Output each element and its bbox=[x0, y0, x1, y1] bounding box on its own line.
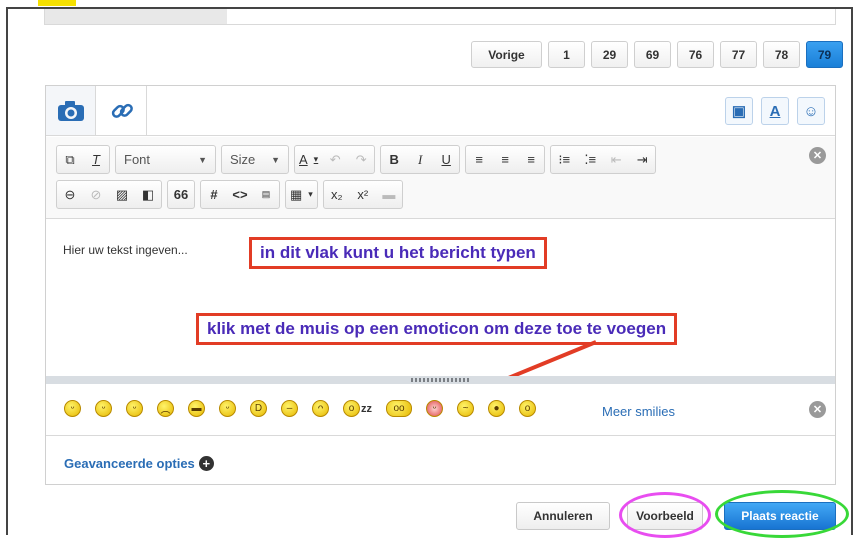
message-textarea[interactable]: Hier uw tekst ingeven... in dit vlak kun… bbox=[46, 220, 835, 394]
page-button-29[interactable]: 29 bbox=[591, 41, 628, 68]
highlight-ring-submit bbox=[715, 490, 849, 538]
table-icon: ▦ ▾ bbox=[290, 186, 313, 202]
toolbar-group-color-history: A ▾ ↶ ↷ bbox=[294, 145, 376, 174]
underline-button[interactable]: U bbox=[433, 146, 459, 173]
hash-button[interactable]: # bbox=[201, 181, 227, 208]
smiley-shocked-icon[interactable]: o bbox=[519, 400, 536, 417]
smiley-neutral-icon[interactable]: – bbox=[281, 400, 298, 417]
image-icon[interactable]: ▨ bbox=[109, 181, 135, 208]
toolbar-group-align: ≡ ≡ ≡ bbox=[465, 145, 546, 174]
annotation-callout-typing: in dit vlak kunt u het bericht typen bbox=[249, 237, 547, 269]
align-center-icon[interactable]: ≡ bbox=[492, 146, 518, 173]
unlink-icon[interactable]: ⊘ bbox=[83, 181, 109, 208]
previous-post-box bbox=[44, 9, 836, 25]
font-dropdown-label: Font bbox=[124, 152, 151, 167]
page-button-1[interactable]: 1 bbox=[548, 41, 585, 68]
camera-tab[interactable] bbox=[46, 86, 96, 135]
font-dropdown[interactable]: Font ▼ bbox=[115, 145, 216, 174]
toolbar-group-media: ⊖ ⊘ ▨ ◧ bbox=[56, 180, 162, 209]
cancel-button[interactable]: Annuleren bbox=[516, 502, 610, 530]
size-dropdown-label: Size bbox=[230, 152, 256, 167]
advanced-options-link[interactable]: Geavanceerde opties + bbox=[64, 456, 214, 471]
toolbar-group-code: # <> ▤ bbox=[200, 180, 280, 209]
unordered-list-icon[interactable]: ⁚≡ bbox=[577, 146, 603, 173]
resize-handle[interactable] bbox=[46, 376, 835, 384]
indent-icon[interactable]: ⇥ bbox=[629, 146, 655, 173]
smilies-bar: ᵕ ᵕ ᵕ ︵ ▬ ᵕ D – ᴖ o zz oo ᵕ ~ ● o Meer s… bbox=[46, 384, 835, 436]
formatting-toolbar: ⧉ T Font ▼ Size ▼ A ▾ ↶ ↷ B I U ≡ ≡ ≡ ⁝≡… bbox=[46, 137, 835, 219]
page-button-69[interactable]: 69 bbox=[634, 41, 671, 68]
smiley-dizzy-icon[interactable]: ● bbox=[488, 400, 505, 417]
pagination-prev-button[interactable]: Vorige bbox=[471, 41, 542, 68]
table-dropdown[interactable]: ▦ ▾ bbox=[285, 180, 318, 209]
editor-tabs: ▣ A ☺ bbox=[46, 86, 835, 136]
smiley-angry-icon[interactable]: ᵕ bbox=[426, 400, 443, 417]
subscript-button[interactable]: x₂ bbox=[324, 181, 350, 208]
camera-icon bbox=[57, 100, 84, 121]
link-tab[interactable] bbox=[97, 86, 147, 135]
link-icon bbox=[111, 103, 133, 118]
highlight-mark bbox=[38, 0, 76, 6]
align-left-icon[interactable]: ≡ bbox=[466, 146, 492, 173]
editor-placeholder: Hier uw tekst ingeven... bbox=[63, 243, 188, 257]
page-button-78[interactable]: 78 bbox=[763, 41, 800, 68]
smiley-sleep-text: zz bbox=[361, 402, 372, 415]
close-smilies-icon[interactable]: ✕ bbox=[809, 401, 826, 418]
text-color-icon[interactable]: A ▾ bbox=[295, 146, 322, 173]
link-insert-icon[interactable]: ⊖ bbox=[57, 181, 83, 208]
toolbar-group-script: x₂ x² ▬ bbox=[322, 180, 403, 209]
window-frame-left bbox=[6, 8, 8, 535]
smiley-smile-icon[interactable]: ᵕ bbox=[64, 400, 81, 417]
smiley-icon[interactable]: ☺ bbox=[797, 97, 825, 125]
window-frame-right bbox=[851, 8, 853, 535]
horizontal-rule-icon[interactable]: ▬ bbox=[376, 181, 402, 208]
remove-format-icon[interactable]: T bbox=[83, 146, 109, 173]
outdent-icon[interactable]: ⇤ bbox=[603, 146, 629, 173]
clipboard-icon[interactable]: ▣ bbox=[725, 97, 753, 125]
page-button-77[interactable]: 77 bbox=[720, 41, 757, 68]
smiley-confused-icon[interactable]: ~ bbox=[457, 400, 474, 417]
editor-right-tools: ▣ A ☺ bbox=[725, 97, 825, 125]
smiley-sad-icon[interactable]: ︵ bbox=[157, 400, 174, 417]
bold-button[interactable]: B bbox=[381, 146, 407, 173]
font-color-icon[interactable]: A bbox=[761, 97, 789, 125]
smiley-tongue-icon[interactable]: ᵕ bbox=[219, 400, 236, 417]
italic-button[interactable]: I bbox=[407, 146, 433, 173]
chevron-down-icon: ▼ bbox=[198, 154, 207, 165]
quote-button[interactable]: 66 bbox=[168, 181, 194, 208]
advanced-options-label: Geavanceerde opties bbox=[64, 456, 195, 471]
page-button-76[interactable]: 76 bbox=[677, 41, 714, 68]
smiley-cry-icon[interactable]: ᴖ bbox=[312, 400, 329, 417]
close-toolbar-icon[interactable]: ✕ bbox=[809, 147, 826, 164]
smiley-devil-icon[interactable]: ᵕ bbox=[126, 400, 143, 417]
smiley-glasses-icon[interactable]: oo bbox=[386, 400, 412, 417]
toolbar-group-style: B I U bbox=[380, 145, 461, 174]
quote-group: 66 bbox=[167, 180, 195, 209]
align-right-icon[interactable]: ≡ bbox=[518, 146, 544, 173]
pagination: Vorige 1 29 69 76 77 78 79 bbox=[471, 41, 843, 68]
smiley-cool-icon[interactable]: ▬ bbox=[188, 400, 205, 417]
undo-icon[interactable]: ↶ bbox=[322, 146, 348, 173]
redo-icon[interactable]: ↷ bbox=[348, 146, 374, 173]
superscript-button[interactable]: x² bbox=[350, 181, 376, 208]
code-button[interactable]: <> bbox=[227, 181, 253, 208]
reply-editor: ▣ A ☺ ⧉ T Font ▼ Size ▼ A ▾ ↶ ↷ B I U ≡ … bbox=[45, 85, 836, 485]
size-dropdown[interactable]: Size ▼ bbox=[221, 145, 289, 174]
php-icon[interactable]: ▤ bbox=[253, 181, 279, 208]
smiley-wink-icon[interactable]: ᵕ bbox=[95, 400, 112, 417]
plus-icon: + bbox=[198, 456, 214, 471]
toolbar-group-source: ⧉ T bbox=[56, 145, 110, 174]
highlight-ring-preview bbox=[619, 492, 711, 538]
media-icon[interactable]: ◧ bbox=[135, 181, 161, 208]
source-icon[interactable]: ⧉ bbox=[57, 146, 83, 173]
smiley-sleep-icon[interactable]: o zz bbox=[343, 400, 372, 417]
toolbar-group-lists: ⁝≡ ⁚≡ ⇤ ⇥ bbox=[550, 145, 657, 174]
page-button-79-active[interactable]: 79 bbox=[806, 41, 843, 68]
more-smilies-link[interactable]: Meer smilies bbox=[602, 404, 675, 419]
chevron-down-icon: ▼ bbox=[271, 154, 280, 165]
ordered-list-icon[interactable]: ⁝≡ bbox=[551, 146, 577, 173]
smiley-laugh-icon[interactable]: D bbox=[250, 400, 267, 417]
